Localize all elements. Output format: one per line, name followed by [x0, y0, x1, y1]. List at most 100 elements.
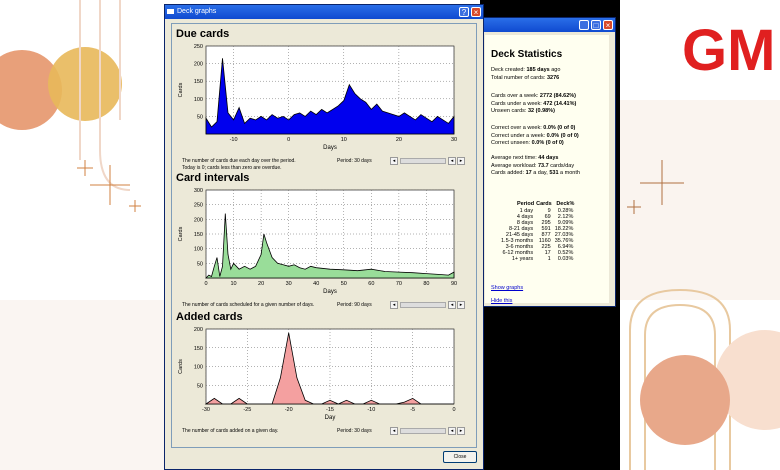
stats-value: 3276: [546, 74, 560, 81]
deck-graphs-window: Deck graphs ? × Due cards 50 100 150 200 250-…: [164, 4, 484, 470]
stats-label: Correct under a week:: [491, 132, 547, 139]
y-tick-label: 100: [194, 97, 203, 103]
stats-content: Deck Statistics Deck created: 185 days a…: [485, 35, 609, 304]
stats-label: Deck created:: [491, 67, 527, 73]
graph-caption: The number of cards due each day over th…: [182, 158, 296, 164]
x-tick-label: 10: [341, 137, 347, 143]
x-tick-label: -30: [202, 407, 210, 413]
x-tick-label: -20: [285, 407, 293, 413]
scroll-left-button[interactable]: ◂: [390, 427, 398, 435]
stats-label: Unseen cards:: [491, 108, 528, 115]
stats-line: Average workload: 73.7 cards/day: [491, 163, 574, 169]
stats-value: 0.0% (0 of 0): [546, 132, 579, 139]
stats-line: Cards under a week: 472 (14.41%): [491, 101, 576, 107]
decorative-shapes: GM: [620, 18, 780, 470]
period-label: Period: 30 days: [337, 158, 372, 164]
background-decoration-right: GM: [620, 0, 780, 470]
y-tick-label: 200: [194, 327, 203, 333]
decorative-shapes: [0, 0, 165, 470]
period-slider[interactable]: [400, 428, 446, 434]
stats-line: Average next time: 44 days: [491, 155, 558, 161]
graph-title: Added cards: [176, 311, 243, 323]
help-button[interactable]: ?: [459, 7, 469, 17]
window-title: Deck graphs: [177, 8, 217, 15]
stats-titlebar[interactable]: _ □ ×: [479, 18, 615, 32]
stats-value: 185 days: [526, 67, 550, 73]
y-tick-label: 100: [194, 365, 203, 371]
y-tick-label: 300: [194, 188, 203, 194]
close-icon[interactable]: ×: [471, 7, 481, 17]
x-axis-label: Days: [323, 289, 337, 295]
maximize-button[interactable]: □: [591, 20, 601, 30]
decrease-button[interactable]: ◂: [448, 427, 456, 435]
stats-line: Deck created: 185 days ago: [491, 67, 560, 73]
close-button[interactable]: Close: [443, 451, 477, 463]
hide-this-link[interactable]: Hide this: [491, 298, 512, 304]
y-tick-label: 200: [194, 217, 203, 223]
close-button[interactable]: ×: [603, 20, 613, 30]
cards-added-month: 531: [549, 170, 559, 177]
x-tick-label: 10: [230, 281, 236, 287]
graph-chart: 50 100 150 200 -30 -25 -20 -15 -10 -5 0 Day Cards: [178, 327, 456, 421]
stats-suffix: ago: [549, 67, 561, 73]
stats-label: Correct over a week:: [491, 125, 544, 131]
x-tick-label: 70: [396, 281, 402, 287]
scroll-right-button[interactable]: ▸: [457, 301, 465, 309]
x-tick-label: 90: [451, 281, 457, 287]
decrease-button[interactable]: ◂: [448, 157, 456, 165]
deck-statistics-window: _ □ × Deck Statistics Deck created: 185 …: [478, 17, 616, 307]
graph-chart: 50 100 150 200 250 -10 0 10 20 30 Days Cards: [178, 44, 457, 151]
graphs-panel: Due cards 50 100 150 200 250 -10 0 10 20 30 Days Car…: [171, 23, 477, 448]
x-tick-label: 0: [452, 407, 455, 413]
stats-label: Total number of cards:: [491, 74, 547, 81]
y-tick-label: 150: [194, 346, 203, 352]
graph-title: Card intervals: [176, 172, 250, 184]
period-label: Period: 30 days: [337, 428, 372, 434]
scroll-right-button[interactable]: ▸: [457, 427, 465, 435]
sparkle-icon: [77, 160, 141, 212]
graphs-titlebar[interactable]: Deck graphs ? ×: [165, 5, 483, 19]
x-tick-label: 60: [368, 281, 374, 287]
x-tick-label: 50: [341, 281, 347, 287]
stats-line: Cards added: 17 a day, 531 a month: [491, 170, 580, 176]
stats-value: 44 days: [538, 155, 559, 161]
decrease-button[interactable]: ◂: [448, 301, 456, 309]
stats-value: 0.0% (0 of 0): [531, 140, 564, 147]
scroll-right-button[interactable]: ▸: [457, 157, 465, 165]
x-tick-label: -25: [243, 407, 251, 413]
minimize-button[interactable]: _: [579, 20, 589, 30]
y-tick-label: 50: [197, 261, 203, 267]
stats-line: Correct under a week: 0.0% (0 of 0): [491, 133, 579, 139]
period-slider[interactable]: [400, 302, 446, 308]
scroll-left-button[interactable]: ◂: [390, 301, 398, 309]
x-tick-label: -10: [230, 137, 238, 143]
graph-title: Due cards: [176, 28, 230, 40]
stats-line: Cards over a week: 2772 (84.62%): [491, 93, 576, 99]
x-tick-label: 80: [423, 281, 429, 287]
interval-table: Period Cards Deck% 1 day 9 0.28% 4 days 69 2.12%…: [499, 200, 575, 262]
x-tick-label: 40: [313, 281, 319, 287]
y-tick-label: 150: [194, 232, 203, 238]
stats-label: Average workload:: [491, 162, 538, 169]
stats-suffix: a day,: [531, 170, 550, 177]
logo-g: GM: [682, 18, 775, 83]
show-graphs-link[interactable]: Show graphs: [491, 285, 523, 291]
x-tick-label: -10: [367, 407, 375, 413]
stats-value: 2772 (84.62%): [539, 93, 577, 99]
stats-label: Correct unseen:: [491, 140, 532, 147]
stats-label: Cards added:: [491, 170, 526, 177]
period-slider[interactable]: [400, 158, 446, 164]
graph-caption: The number of cards added on a given day…: [182, 428, 279, 434]
table-header: Deck%: [556, 201, 575, 207]
stats-label: Average next time:: [491, 155, 539, 161]
y-axis-label: Cards: [178, 226, 184, 241]
graph-chart: 50 100 150 200 250 300 0 10 20 30 40 50 60 70 80 90 Days…: [178, 188, 457, 295]
window-icon: [167, 9, 174, 14]
y-tick-label: 200: [194, 62, 203, 68]
stats-value: 32 (0.98%): [528, 108, 555, 115]
y-tick-label: 150: [194, 79, 203, 85]
y-tick-label: 250: [194, 44, 203, 50]
table-header: Period: [516, 201, 535, 207]
scroll-left-button[interactable]: ◂: [390, 157, 398, 165]
x-tick-label: 20: [258, 281, 264, 287]
